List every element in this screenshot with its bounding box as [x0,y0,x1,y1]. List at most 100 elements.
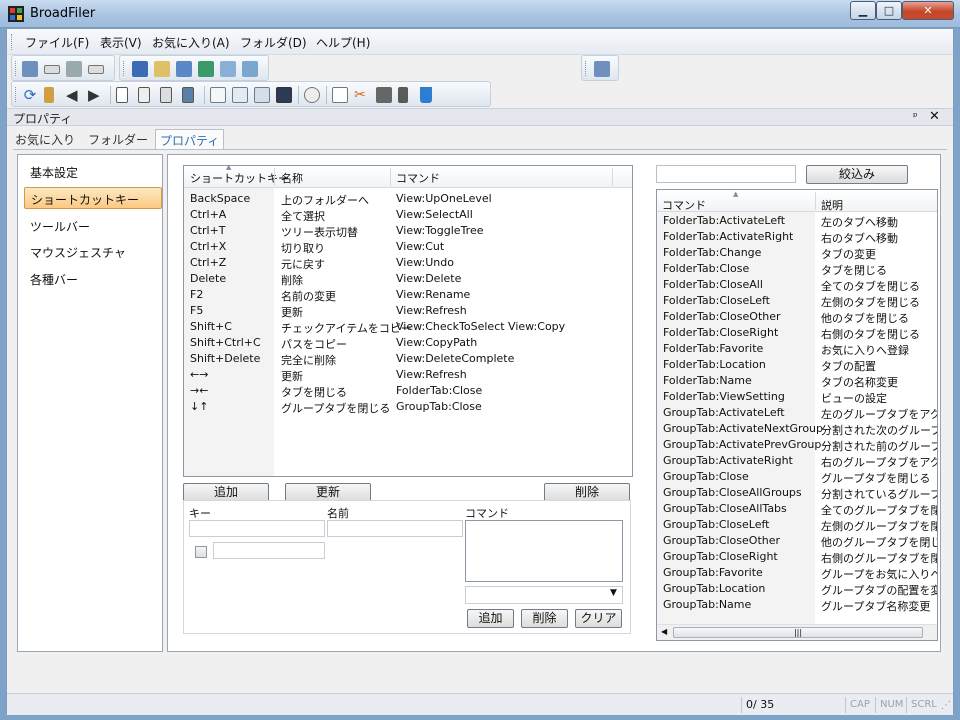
copy-icon[interactable] [332,87,348,103]
command-row[interactable]: GroupTab:Location グループタブの配置を変更 [657,582,937,598]
paste-icon[interactable] [376,87,392,103]
command-row[interactable]: FolderTab:CloseRight 右側のタブを閉じる [657,326,937,342]
cut-icon[interactable]: ✂ [354,87,370,103]
column-separator[interactable] [815,192,816,210]
key-input[interactable] [189,520,325,537]
modifier-checkbox[interactable] [195,546,207,558]
close-window-button[interactable]: ✕ [902,1,954,20]
nav-item-shortcut-keys[interactable]: ショートカットキー [24,187,162,209]
command-row[interactable]: GroupTab:Close グループタブを閉じる [657,470,937,486]
shortcut-row[interactable]: Ctrl+A 全て選択 View:SelectAll [184,208,632,224]
tab-properties[interactable]: プロパティ [155,129,225,149]
drive-icon[interactable] [88,65,104,74]
column-separator[interactable] [274,168,275,186]
minimize-button[interactable]: ▁ [850,1,876,20]
scroll-left-icon[interactable]: ◀ [661,627,667,636]
forward-icon[interactable]: ▶ [88,87,104,103]
column-header-description[interactable]: 説明 [821,197,843,213]
nav-item-mouse-gesture[interactable]: マウスジェスチャ [24,241,162,263]
desktop-icon[interactable] [132,61,148,77]
shortcut-row[interactable]: Shift+Ctrl+C パスをコピー View:CopyPath [184,336,632,352]
menu-favorites[interactable]: お気に入り(A) [152,34,230,51]
command-row[interactable]: FolderTab:CloseOther 他のタブを閉じる [657,310,937,326]
back-icon[interactable]: ◀ [66,87,82,103]
toolbar-grip[interactable] [585,61,588,76]
command-row[interactable]: FolderTab:Location タブの配置 [657,358,937,374]
scroll-thumb[interactable]: ||| [673,627,923,638]
menu-view[interactable]: 表示(V) [100,34,142,51]
nav-item-basic[interactable]: 基本設定 [24,161,162,183]
editor-clear-button[interactable]: クリア [575,609,622,628]
drive-icon[interactable] [44,65,60,74]
toolbar-grip[interactable] [123,61,126,76]
view-thumbnail-icon[interactable] [182,87,194,103]
shortcut-row[interactable]: BackSpace 上のフォルダーへ View:UpOneLevel [184,192,632,208]
editor-add-button[interactable]: 追加 [467,609,514,628]
command-textarea[interactable] [465,520,623,582]
view-list-icon[interactable] [138,87,150,103]
filter-button[interactable]: 絞込み [806,165,908,184]
command-row[interactable]: FolderTab:CloseLeft 左側のタブを閉じる [657,294,937,310]
view-details-icon[interactable] [160,87,172,103]
shortcut-row[interactable]: F5 更新 View:Refresh [184,304,632,320]
videos-icon[interactable] [220,61,236,77]
name-input[interactable] [327,520,463,537]
toolbar-grip[interactable] [15,61,18,76]
command-row[interactable]: GroupTab:ActivatePrevGroup分割された前のグループタ [657,438,937,454]
chevron-down-icon[interactable]: ▼ [610,588,617,598]
layout-grid-icon[interactable] [254,87,270,103]
shortcut-row[interactable]: Delete 削除 View:Delete [184,272,632,288]
view-small-icon[interactable] [116,87,128,103]
command-row[interactable]: FolderTab:Close タブを閉じる [657,262,937,278]
documents-icon[interactable] [154,61,170,77]
command-row[interactable]: FolderTab:Name タブの名称変更 [657,374,937,390]
column-separator[interactable] [612,168,613,186]
resize-grip-icon[interactable]: ⋰ [941,700,951,711]
move-icon[interactable] [398,87,408,103]
command-row[interactable]: GroupTab:CloseRight 右側のグループタブを閉じ [657,550,937,566]
shortcut-row[interactable]: ↓↑ グループタブを閉じる GroupTab:Close [184,400,632,416]
command-row[interactable]: FolderTab:ActivateRight 右のタブへ移動 [657,230,937,246]
editor-delete-button[interactable]: 削除 [521,609,568,628]
command-row[interactable]: GroupTab:CloseAllTabs 全てのグループタブを閉じ [657,502,937,518]
secondary-key-input[interactable] [213,542,325,559]
title-bar[interactable]: BroadFiler ▁ □ ✕ [0,0,960,28]
column-separator[interactable] [390,168,391,186]
shortcut-row[interactable]: F2 名前の変更 View:Rename [184,288,632,304]
column-header-command[interactable]: コマンド [396,170,440,186]
command-row[interactable]: GroupTab:CloseOther 他のグループタブを閉じる [657,534,937,550]
column-header-command[interactable]: コマンド [662,197,706,213]
pane-close-icon[interactable]: ✕ [929,109,940,124]
shortcut-list[interactable]: ショートカットキー ▲ 名称 コマンド BackSpace 上のフォルダーへ Vie… [183,163,633,477]
menu-folder[interactable]: フォルダ(D) [240,34,307,51]
tab-favorites[interactable]: お気に入り [11,129,79,149]
undo-icon[interactable] [304,87,320,103]
command-row[interactable]: FolderTab:Favorite お気に入りへ登録 [657,342,937,358]
command-row[interactable]: FolderTab:Change タブの変更 [657,246,937,262]
shortcut-row[interactable]: Ctrl+T ツリー表示切替 View:ToggleTree [184,224,632,240]
filter-input[interactable] [656,165,796,183]
command-combo[interactable]: ▼ [465,586,623,604]
shortcut-row[interactable]: Shift+Delete 完全に削除 View:DeleteComplete [184,352,632,368]
delete-icon[interactable] [420,87,432,103]
refresh-icon[interactable]: ⟳ [22,87,38,103]
layout-single-icon[interactable] [210,87,226,103]
nav-item-bars[interactable]: 各種バー [24,268,162,290]
command-row[interactable]: GroupTab:ActivateNextGroup分割された次のグループタ [657,422,937,438]
tree-icon[interactable] [44,87,54,103]
command-row[interactable]: GroupTab:CloseLeft 左側のグループタブを閉じ [657,518,937,534]
command-row[interactable]: FolderTab:CloseAll 全てのタブを閉じる [657,278,937,294]
command-row[interactable]: GroupTab:ActivateLeft 左のグループタブをアクティ [657,406,937,422]
maximize-button[interactable]: □ [876,1,902,20]
menu-grip[interactable] [11,34,14,50]
shortcut-row[interactable]: →← タブを閉じる FolderTab:Close [184,384,632,400]
shortcut-row[interactable]: Shift+C チェックアイテムをコピー View:CheckToSelect Vi… [184,320,632,336]
computer-icon[interactable] [594,61,610,77]
shortcut-row[interactable]: ←→ 更新 View:Refresh [184,368,632,384]
shortcut-row[interactable]: Ctrl+Z 元に戻す View:Undo [184,256,632,272]
computer-icon[interactable] [22,61,38,77]
command-row[interactable]: FolderTab:ViewSetting ビューの設定 [657,390,937,406]
menu-help[interactable]: ヘルプ(H) [316,34,370,51]
column-header-name[interactable]: 名称 [281,170,303,186]
pin-icon[interactable]: ᵖ [913,110,918,123]
